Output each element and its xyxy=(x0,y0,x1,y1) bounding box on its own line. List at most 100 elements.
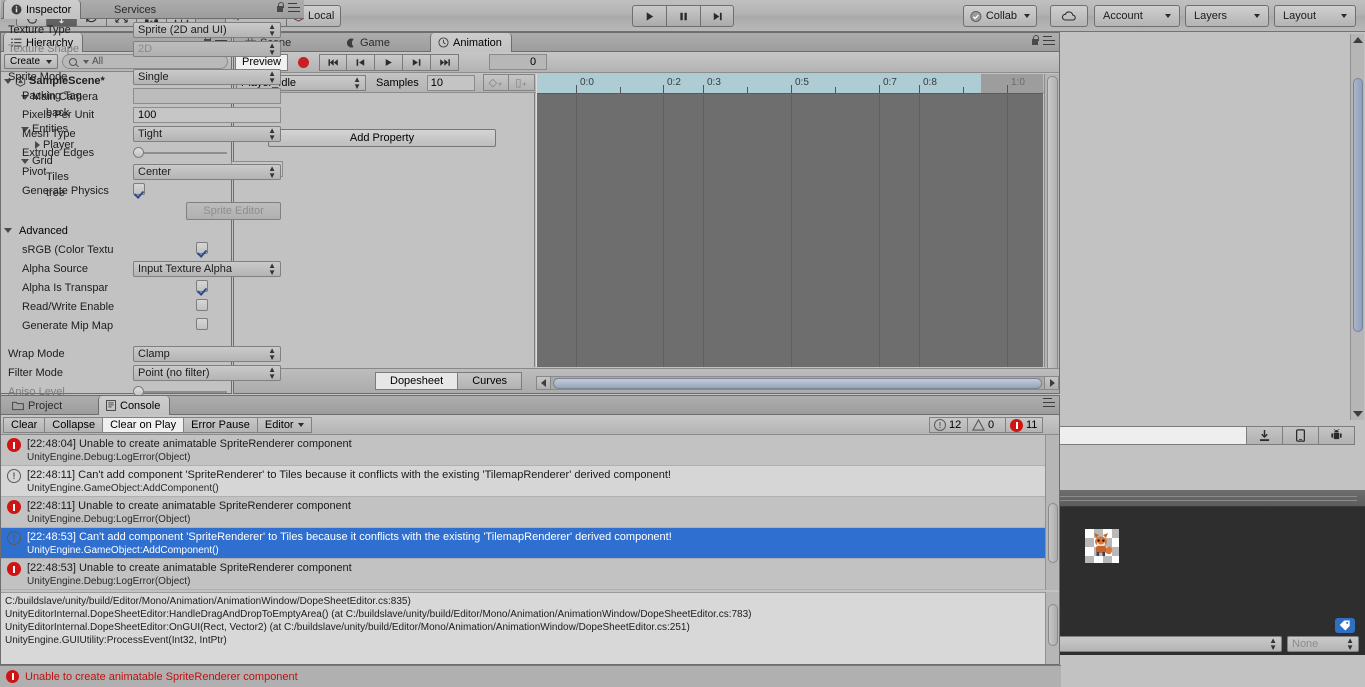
inspector-label: Wrap Mode xyxy=(8,347,65,360)
android-icon[interactable] xyxy=(1319,426,1355,445)
chevron-down-icon[interactable] xyxy=(4,228,12,233)
add-keyframe-button[interactable]: ◇₊ xyxy=(482,74,509,91)
account-button[interactable]: Account xyxy=(1094,5,1180,27)
inspector-checkbox-srgb-color-textu[interactable] xyxy=(196,241,208,254)
console-clear-on-play-button[interactable]: Clear on Play xyxy=(102,416,184,433)
tab-dopesheet[interactable]: Dopesheet xyxy=(375,372,459,390)
tab-inspector[interactable]: Inspector xyxy=(3,0,82,19)
inspector-dropdown-sprite-mode[interactable]: Single ▲ ▼ xyxy=(133,68,281,85)
tab-project-label: Project xyxy=(28,399,63,412)
dopesheet-body[interactable] xyxy=(536,95,1043,367)
tab-project[interactable]: Project xyxy=(5,396,71,415)
stacktrace-line[interactable]: UnityEditorInternal.DopeSheetEditor:OnGU… xyxy=(5,621,1055,634)
h-scroll-thumb[interactable] xyxy=(553,377,1042,389)
scroll-right-arrow[interactable] xyxy=(1044,375,1059,390)
last-frame-button[interactable] xyxy=(431,53,460,71)
inspector-dropdown-texture-shape[interactable]: 2D ▲ ▼ xyxy=(133,40,281,57)
inspector-checkbox-generate-mip-map[interactable] xyxy=(196,317,208,330)
console-stacktrace[interactable]: C:/buildslave/unity/build/Editor/Mono/An… xyxy=(1,592,1059,664)
info-count[interactable]: ! 12 xyxy=(929,417,967,433)
console-editor-button[interactable]: Editor xyxy=(256,416,312,433)
layout-button[interactable]: Layout xyxy=(1274,5,1356,27)
lock-icon[interactable] xyxy=(276,2,284,12)
scroll-up-arrow[interactable] xyxy=(1353,37,1363,43)
console-error-pause-button[interactable]: Error Pause xyxy=(183,416,257,433)
animation-scroll-thumb[interactable] xyxy=(1047,76,1058,376)
h-scroll-track[interactable] xyxy=(551,375,1044,390)
tab-animation[interactable]: Animation xyxy=(430,33,512,52)
cloud-button[interactable] xyxy=(1050,5,1088,27)
scroll-down-arrow[interactable] xyxy=(1353,411,1363,417)
inspector-scrollbar[interactable] xyxy=(1350,34,1364,420)
inspector-checkbox-alpha-is-transpar[interactable] xyxy=(196,279,208,292)
status-bar[interactable]: Unable to create animatable SpriteRender… xyxy=(0,665,1061,687)
console-clear-button[interactable]: Clear xyxy=(3,416,45,433)
first-frame-button[interactable] xyxy=(319,53,348,71)
slider-knob[interactable] xyxy=(133,147,144,158)
error-count[interactable]: 11 xyxy=(1005,417,1043,433)
assetbundle-variant-dropdown[interactable]: None ▲ ▼ xyxy=(1287,635,1359,652)
console-log-row[interactable]: [22:48:11] Unable to create animatable S… xyxy=(1,497,1059,528)
download-icon[interactable] xyxy=(1247,426,1283,445)
lock-icon[interactable] xyxy=(1031,35,1039,45)
play-animation-button[interactable] xyxy=(375,53,404,71)
console-log-row[interactable]: ! [22:48:53] Can't add component 'SpriteR… xyxy=(1,528,1059,559)
tab-console[interactable]: Console xyxy=(98,396,171,415)
sprite-editor-button[interactable]: Sprite Editor xyxy=(186,201,281,220)
inspector-scroll-thumb[interactable] xyxy=(1353,78,1363,332)
inspector-field-wrap xyxy=(133,87,281,104)
console-log-row[interactable]: [22:48:53] Unable to create animatable S… xyxy=(1,559,1059,590)
tab-curves[interactable]: Curves xyxy=(458,372,523,390)
animation-horizontal-scrollbar[interactable] xyxy=(536,375,1059,390)
stacktrace-line[interactable]: C:/buildslave/unity/build/Editor/Mono/An… xyxy=(5,595,1055,608)
add-property-button[interactable]: Add Property xyxy=(268,129,496,147)
inspector-dropdown-alpha-source[interactable]: Input Texture Alpha ▲ ▼ xyxy=(133,260,281,277)
inspector-checkbox-read-write-enable[interactable] xyxy=(196,298,208,311)
console-log-scroll-thumb[interactable] xyxy=(1048,503,1058,563)
inspector-slider-extrude-edges[interactable] xyxy=(133,145,227,161)
tab-services[interactable]: Services xyxy=(107,0,165,19)
inspector-dropdown-texture-type[interactable]: Sprite (2D and UI) ▲ ▼ xyxy=(133,21,281,38)
console-log-row[interactable]: ! [22:48:11] Can't add component 'SpriteR… xyxy=(1,466,1059,497)
animation-vertical-scrollbar[interactable] xyxy=(1044,74,1059,376)
inspector-dropdown-wrap-mode[interactable]: Clamp ▲ ▼ xyxy=(133,345,281,362)
inspector-dropdown-pivot[interactable]: Center ▲ ▼ xyxy=(133,163,281,180)
inspector-checkbox-generate-physics[interactable] xyxy=(133,182,145,195)
warning-count[interactable]: 0 xyxy=(967,417,1005,433)
console-log-scrollbar[interactable] xyxy=(1045,435,1059,590)
pause-button[interactable] xyxy=(666,5,700,27)
add-event-button[interactable]: ▯₊ xyxy=(508,74,535,91)
inspector-dropdown-filter-mode[interactable]: Point (no filter) ▲ ▼ xyxy=(133,364,281,381)
tag-icon[interactable] xyxy=(1335,618,1355,633)
console-log-list[interactable]: [22:48:04] Unable to create animatable S… xyxy=(1,435,1059,590)
current-frame-input[interactable]: 0 xyxy=(489,54,548,70)
play-button[interactable] xyxy=(632,5,666,27)
samples-input[interactable]: 10 xyxy=(426,74,475,91)
playhead[interactable] xyxy=(536,74,537,367)
stacktrace-line[interactable]: UnityEngine.GUIUtility:ProcessEvent(Int3… xyxy=(5,634,1055,647)
console-stack-scroll-thumb[interactable] xyxy=(1048,604,1058,646)
inspector-input-packing-tag[interactable] xyxy=(133,87,281,104)
scroll-left-arrow[interactable] xyxy=(536,375,551,390)
record-button[interactable] xyxy=(298,56,310,68)
stacktrace-line[interactable]: UnityEditorInternal.DopeSheetEditor:Hand… xyxy=(5,608,1055,621)
menu-icon[interactable] xyxy=(1043,398,1055,407)
layers-button[interactable]: Layers xyxy=(1185,5,1269,27)
prev-frame-button[interactable] xyxy=(347,53,376,71)
mobile-icon[interactable] xyxy=(1283,426,1319,445)
next-frame-button[interactable] xyxy=(403,53,432,71)
console-collapse-button[interactable]: Collapse xyxy=(44,416,103,433)
tab-game[interactable]: Game xyxy=(338,33,399,52)
collab-button[interactable]: Collab xyxy=(963,5,1037,27)
console-log-row[interactable]: [22:48:04] Unable to create animatable S… xyxy=(1,435,1059,466)
info-icon: ! xyxy=(7,469,21,483)
inspector-dropdown-mesh-type[interactable]: Tight ▲ ▼ xyxy=(133,125,281,142)
step-button[interactable] xyxy=(700,5,734,27)
menu-icon[interactable] xyxy=(1043,35,1055,45)
animation-timeline-ruler[interactable]: 0:0 0:2 0:3 0:5 0:7 0:8 1:0 xyxy=(536,74,1043,94)
inspector-input-pixels-per-unit[interactable]: 100 xyxy=(133,106,281,123)
console-counters: ! 12 0 11 xyxy=(929,417,1043,433)
preview-sprite[interactable] xyxy=(1085,529,1120,563)
menu-icon[interactable] xyxy=(288,2,300,12)
console-stack-scrollbar[interactable] xyxy=(1045,592,1059,664)
